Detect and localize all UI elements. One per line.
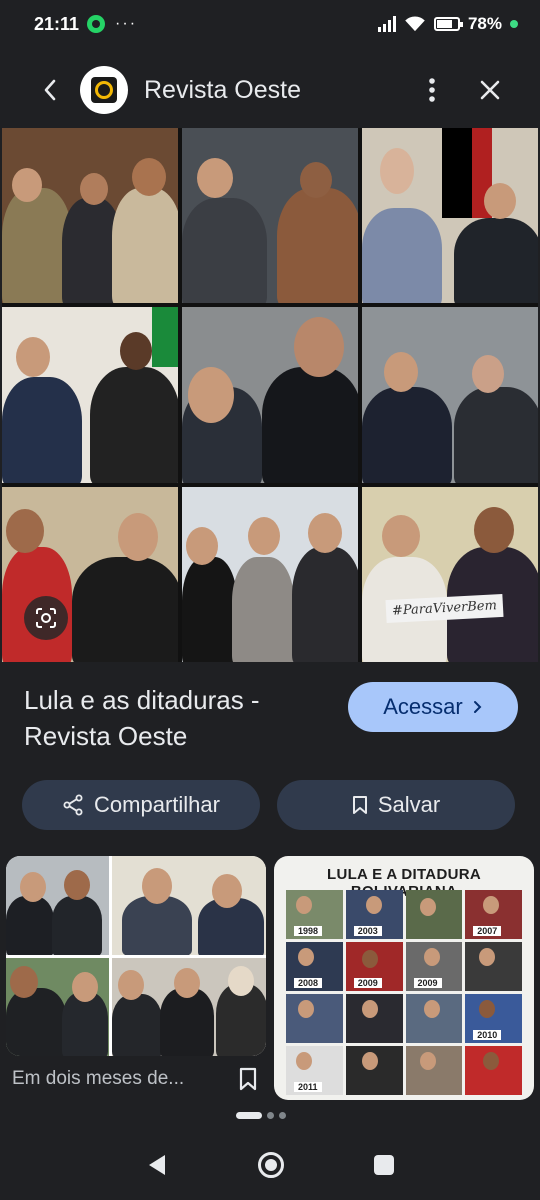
back-button[interactable]	[30, 70, 70, 110]
photo-tile	[182, 128, 358, 304]
page-indicator-dot	[267, 1112, 274, 1119]
share-icon	[63, 794, 83, 816]
related-photo: 2009	[405, 942, 463, 991]
related-photo: 2010	[465, 994, 522, 1043]
revista-oeste-logo-icon	[91, 77, 117, 103]
nav-recents-icon[interactable]	[374, 1155, 394, 1175]
related-photo	[405, 994, 463, 1043]
nav-home-icon[interactable]	[258, 1152, 284, 1178]
battery-icon	[433, 17, 463, 31]
year-label: 2009	[353, 978, 382, 988]
site-name[interactable]: Revista Oeste	[144, 76, 301, 105]
signal-icon	[377, 16, 396, 32]
status-bar: 21:11 ··· 78%	[0, 0, 540, 48]
page-indicator-dot	[279, 1112, 286, 1119]
year-label: 1998	[294, 926, 323, 936]
related-photo: 2003	[345, 890, 403, 939]
wifi-icon	[405, 16, 425, 32]
more-vert-icon	[429, 78, 435, 102]
photo-tile	[182, 307, 358, 483]
chevron-right-icon	[473, 701, 482, 713]
privacy-indicator-dot	[510, 20, 518, 28]
related-photo: 2008	[286, 942, 343, 991]
photo-tile	[362, 307, 538, 483]
photo-tile	[182, 486, 358, 662]
result-title[interactable]: Lula e as ditaduras - Revista Oeste	[24, 682, 324, 754]
share-label: Compartilhar	[94, 792, 220, 817]
battery-percent: 78%	[467, 14, 502, 33]
save-label: Salvar	[377, 792, 441, 817]
related-photo	[286, 994, 343, 1043]
more-options-button[interactable]	[412, 70, 452, 110]
close-button[interactable]	[470, 70, 510, 110]
year-label: 2003	[353, 926, 382, 936]
visit-button[interactable]: Acessar	[348, 682, 518, 732]
bookmark-icon[interactable]	[236, 1066, 260, 1092]
year-label: 2007	[473, 926, 502, 936]
related-photo	[465, 1046, 522, 1095]
more-notifications-icon: ···	[115, 15, 138, 32]
related-photo	[405, 1046, 463, 1095]
related-photo	[111, 957, 266, 1056]
related-result-image[interactable]	[6, 856, 266, 1056]
google-lens-button[interactable]	[24, 596, 68, 640]
save-button[interactable]: Salvar	[277, 780, 515, 830]
related-photo: 1998	[286, 890, 343, 939]
viewer-header: Revista Oeste	[0, 58, 540, 122]
page-indicator	[236, 1112, 286, 1119]
related-photo	[465, 942, 522, 991]
related-result-image[interactable]: LULA E A DITADURA BOLIVARIANA 1998 2003 …	[274, 856, 534, 1100]
main-result-image[interactable]: #ParaViverBem	[2, 128, 538, 662]
status-time: 21:11	[34, 13, 80, 34]
related-photo	[345, 994, 403, 1043]
google-lens-icon	[36, 608, 56, 628]
share-button[interactable]: Compartilhar	[22, 780, 260, 830]
related-photo	[6, 957, 109, 1056]
related-photo: 2011	[286, 1046, 343, 1095]
photo-tile	[2, 128, 178, 304]
related-caption[interactable]: Em dois meses de...	[12, 1068, 184, 1090]
status-indicators: 78%	[377, 14, 518, 34]
related-photo	[6, 856, 109, 955]
system-nav-bar	[0, 1130, 540, 1200]
nav-back-icon[interactable]	[146, 1153, 168, 1177]
related-photo: 2009	[345, 942, 403, 991]
photo-tile: #ParaViverBem	[362, 486, 538, 662]
page-indicator-active	[236, 1112, 262, 1119]
close-icon	[480, 80, 500, 100]
related-photo-grid: 1998 2003 2007 2008 2009 2009 2010 2011	[286, 890, 522, 1100]
related-photo	[345, 1046, 403, 1095]
year-label: 2010	[473, 1030, 502, 1040]
photo-tile	[2, 486, 178, 662]
photo-tile	[362, 128, 538, 304]
result-title-line1: Lula e as ditaduras -	[24, 685, 260, 715]
year-label: 2011	[294, 1082, 322, 1092]
result-title-line2: Revista Oeste	[24, 721, 188, 751]
related-photo	[111, 856, 266, 955]
year-label: 2008	[294, 978, 323, 988]
site-logo[interactable]	[80, 66, 128, 114]
year-label: 2009	[413, 978, 442, 988]
arrow-left-icon	[44, 79, 56, 101]
whatsapp-notification-icon	[87, 15, 106, 33]
related-photo	[405, 890, 463, 939]
photo-tile	[2, 307, 178, 483]
visit-label: Acessar	[383, 694, 463, 719]
bookmark-icon	[352, 796, 367, 814]
related-photo: 2007	[465, 890, 522, 939]
